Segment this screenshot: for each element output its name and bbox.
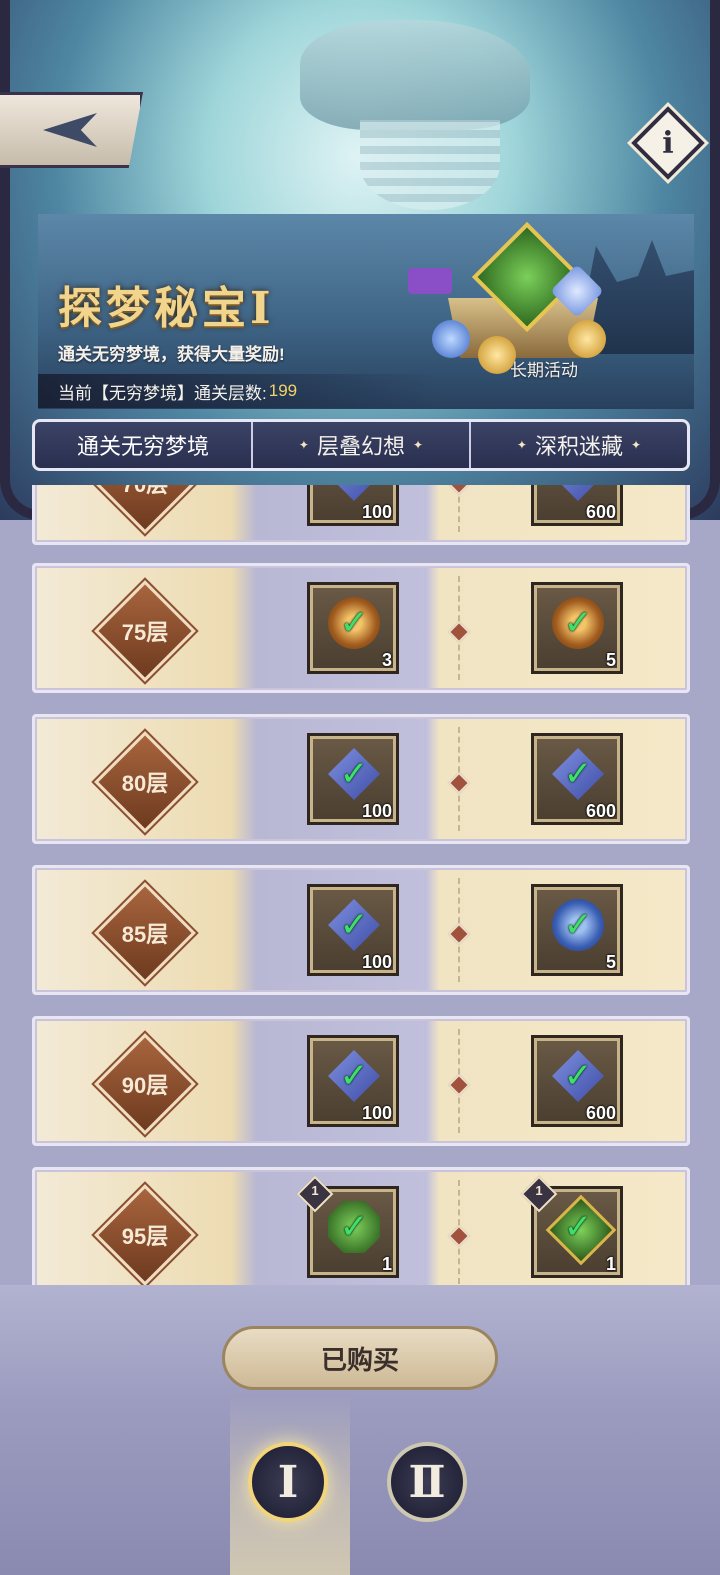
reward-list[interactable]: 70层 ✓100 ✓600 75层 ✓3 ✓5 80层 ✓100 ✓600 85… bbox=[0, 485, 720, 1285]
free-reward-slot[interactable]: ✓ 100 bbox=[307, 1035, 399, 1127]
premium-reward-slot[interactable]: ✓ 600 bbox=[531, 1035, 623, 1127]
floor-label: 85层 bbox=[121, 922, 169, 947]
reward-qty: 5 bbox=[605, 650, 616, 670]
free-reward-slot[interactable]: ✓ 3 bbox=[307, 582, 399, 674]
floor-label: 90层 bbox=[121, 1073, 169, 1098]
free-reward-slot[interactable]: ✓ 100 bbox=[307, 733, 399, 825]
claimed-check-icon: ✓ bbox=[563, 1207, 593, 1247]
premium-reward-slot[interactable]: ✓ 5 bbox=[531, 884, 623, 976]
premium-reward-slot[interactable]: ✓ 600 bbox=[531, 733, 623, 825]
claimed-check-icon: ✓ bbox=[563, 754, 593, 794]
back-arrow-icon bbox=[43, 113, 97, 147]
tier-badge: 1 bbox=[296, 1175, 334, 1213]
reward-qty: 100 bbox=[361, 1103, 392, 1123]
claimed-check-icon: ✓ bbox=[339, 905, 369, 945]
claimed-check-icon: ✓ bbox=[339, 754, 369, 794]
long-term-event-label: 长期活动 bbox=[510, 361, 578, 380]
tab-layered-fantasy[interactable]: ✦ 层叠幻想 ✦ bbox=[251, 422, 469, 468]
tier-label: 1 bbox=[535, 1183, 543, 1198]
premium-reward-slot[interactable]: ✓ 600 bbox=[531, 485, 623, 526]
tab-clear-endless-dream[interactable]: 通关无穷梦境 bbox=[35, 422, 251, 468]
floor-label: 80层 bbox=[121, 771, 169, 796]
claimed-check-icon: ✓ bbox=[339, 603, 369, 643]
diamond-dot-icon bbox=[447, 620, 471, 644]
claimed-check-icon: ✓ bbox=[336, 485, 372, 493]
reward-qty: 1 bbox=[381, 1254, 392, 1274]
reward-row: 70层 ✓ 100 ✓ 600 bbox=[32, 485, 690, 545]
floor-badge: 80层 bbox=[94, 731, 196, 833]
sparkle-icon: ✦ bbox=[516, 438, 527, 452]
info-button[interactable]: i bbox=[631, 106, 705, 180]
diamond-dot-icon bbox=[447, 485, 471, 496]
diamond-dot-icon bbox=[447, 1073, 471, 1097]
diamond-dot-icon bbox=[447, 771, 471, 795]
tab-bar: 通关无穷梦境 ✦ 层叠幻想 ✦ ✦ 深积迷藏 ✦ bbox=[32, 419, 690, 471]
reward-qty: 3 bbox=[381, 650, 392, 670]
tab-label: 深积迷藏 bbox=[534, 434, 623, 459]
tab-label: 层叠幻想 bbox=[316, 434, 405, 459]
floor-label: 75层 bbox=[121, 620, 169, 645]
reward-qty: 5 bbox=[605, 952, 616, 972]
tab-deep-hidden-treasure[interactable]: ✦ 深积迷藏 ✦ bbox=[469, 422, 687, 468]
sparkle-icon: ✦ bbox=[413, 438, 424, 452]
claimed-check-icon: ✓ bbox=[563, 905, 593, 945]
floor-badge: 70层 bbox=[94, 485, 196, 534]
free-reward-slot[interactable]: ✓ 100 bbox=[307, 485, 399, 526]
reward-qty: 600 bbox=[585, 1103, 616, 1123]
reward-row: 75层 ✓ 3 ✓ 5 bbox=[32, 563, 690, 693]
reward-qty: 100 bbox=[361, 952, 392, 972]
floor-label: 70层 bbox=[122, 485, 168, 499]
page-2-button[interactable]: Ⅱ bbox=[387, 1442, 467, 1522]
spiral-stairs-art bbox=[360, 120, 500, 210]
claimed-check-icon: ✓ bbox=[560, 485, 596, 493]
tab-label: 通关无穷梦境 bbox=[76, 434, 209, 459]
info-icon: i bbox=[662, 125, 674, 161]
reward-row: 95层 1 ✓ 1 1 ✓ 1 bbox=[32, 1167, 690, 1285]
tier-label: 1 bbox=[311, 1183, 319, 1198]
free-reward-slot[interactable]: ✓ 100 bbox=[307, 884, 399, 976]
progress-value: 199 bbox=[268, 381, 298, 400]
diamond-dot-icon bbox=[447, 1224, 471, 1248]
floor-badge: 95层 bbox=[94, 1184, 196, 1285]
gold-orb-icon bbox=[568, 320, 606, 358]
diamond-dot-icon bbox=[447, 922, 471, 946]
key-icon bbox=[408, 268, 452, 294]
reward-row: 80层 ✓ 100 ✓ 600 bbox=[32, 714, 690, 844]
back-button[interactable] bbox=[0, 92, 143, 168]
free-reward-slot[interactable]: 1 ✓ 1 bbox=[296, 1175, 399, 1278]
sparkle-icon: ✦ bbox=[631, 438, 642, 452]
tier-badge: 1 bbox=[520, 1175, 558, 1213]
reward-row: 85层 ✓ 100 ✓ 5 bbox=[32, 865, 690, 995]
floor-badge: 90层 bbox=[94, 1033, 196, 1135]
floor-label: 95层 bbox=[121, 1224, 169, 1249]
progress-readout: 当前【无穷梦境】通关层数: 199 bbox=[38, 374, 438, 408]
floating-island-art bbox=[300, 20, 530, 130]
reward-qty: 600 bbox=[585, 502, 616, 522]
event-title: 探梦秘宝Ⅰ bbox=[58, 283, 275, 334]
blue-orb-icon bbox=[432, 320, 470, 358]
progress-label: 当前【无穷梦境】通关层数: bbox=[58, 383, 267, 403]
floor-badge: 75层 bbox=[94, 580, 196, 682]
purchased-button[interactable]: 已购买 bbox=[222, 1326, 498, 1390]
floor-badge: 85层 bbox=[94, 882, 196, 984]
reward-qty: 1 bbox=[605, 1254, 616, 1274]
page-1-button[interactable]: Ⅰ bbox=[248, 1442, 328, 1522]
event-subtitle: 通关无穷梦境，获得大量奖励! bbox=[58, 345, 285, 364]
claimed-check-icon: ✓ bbox=[339, 1207, 369, 1247]
reward-qty: 600 bbox=[585, 801, 616, 821]
reward-qty: 100 bbox=[361, 502, 392, 522]
premium-reward-slot[interactable]: ✓ 5 bbox=[531, 582, 623, 674]
claimed-check-icon: ✓ bbox=[563, 1056, 593, 1096]
claimed-check-icon: ✓ bbox=[339, 1056, 369, 1096]
claimed-check-icon: ✓ bbox=[563, 603, 593, 643]
reward-qty: 100 bbox=[361, 801, 392, 821]
reward-row: 90层 ✓ 100 ✓ 600 bbox=[32, 1016, 690, 1146]
premium-reward-slot[interactable]: 1 ✓ 1 bbox=[520, 1175, 623, 1278]
sparkle-icon: ✦ bbox=[298, 438, 309, 452]
